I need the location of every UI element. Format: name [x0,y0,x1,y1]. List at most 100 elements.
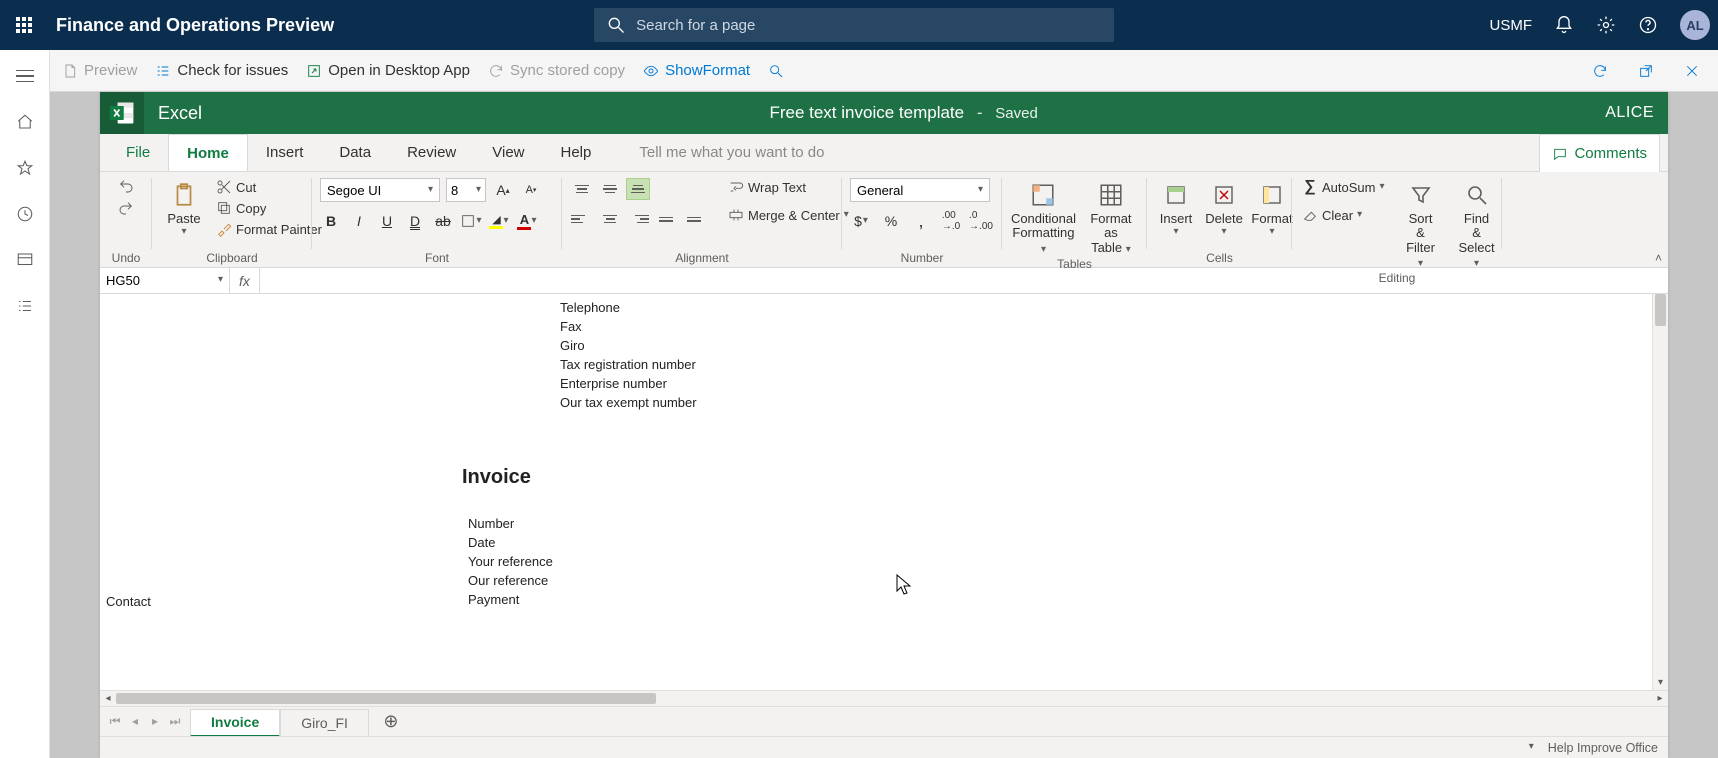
cut-button[interactable]: Cut [214,178,324,196]
collapse-ribbon-button[interactable]: ˄ [1655,251,1662,265]
tab-view[interactable]: View [474,134,542,171]
gear-icon[interactable] [1596,15,1616,35]
redo-icon[interactable] [118,200,134,216]
number-format-select[interactable]: General▾ [850,178,990,202]
clear-button[interactable]: Clear▾ [1300,206,1387,224]
increase-decimal-button[interactable]: .00→.0 [940,210,962,232]
increase-indent-button[interactable] [682,208,706,230]
tab-data[interactable]: Data [321,134,389,171]
sheet-first-button[interactable]: ⏮ [106,714,124,729]
scroll-down-button[interactable]: ▾ [1653,674,1668,690]
scroll-right-button[interactable]: ▸ [1652,691,1668,706]
preview-button[interactable]: Preview [62,62,137,79]
home-button[interactable] [13,110,37,134]
autosum-button[interactable]: ∑AutoSum▾ [1300,178,1387,196]
shrink-font-button[interactable]: A▾ [520,179,542,201]
bold-button[interactable]: B [320,210,342,232]
copy-button[interactable]: Copy [214,199,324,217]
document-name[interactable]: Free text invoice template [769,103,964,122]
fill-color-button[interactable]: ◢▾ [488,210,510,232]
horizontal-scrollbar[interactable]: ◂ ▸ [100,690,1668,706]
modules-button[interactable] [13,294,37,318]
double-underline-button[interactable]: D [404,210,426,232]
app-launcher-button[interactable] [8,9,40,41]
border-button[interactable]: ▾ [460,210,482,232]
app-top-nav: Finance and Operations Preview USMF AL [0,0,1718,50]
paste-button[interactable]: Paste ▾ [160,178,208,239]
decrease-indent-button[interactable] [654,208,678,230]
excel-user[interactable]: ALICE [1605,104,1654,122]
merge-center-button[interactable]: Merge & Center▾ [726,206,851,224]
strike-button[interactable]: ab [432,210,454,232]
workspaces-button[interactable] [13,248,37,272]
align-bottom-button[interactable] [626,178,650,200]
tab-help[interactable]: Help [543,134,610,171]
italic-button[interactable]: I [348,210,370,232]
open-desktop-button[interactable]: Open in Desktop App [306,62,470,79]
refresh-button[interactable] [1586,57,1614,85]
align-middle-button[interactable] [598,178,622,200]
sheet-next-button[interactable]: ▸ [146,714,164,729]
undo-icon[interactable] [118,178,134,194]
sheet-last-button[interactable]: ⏭ [166,714,184,729]
grow-font-button[interactable]: A▴ [492,179,514,201]
sheet-prev-button[interactable]: ◂ [126,714,144,729]
font-size-select[interactable]: 8▾ [446,178,486,202]
worksheet-grid[interactable]: Telephone Fax Giro Tax registration numb… [100,294,1652,690]
global-search-input[interactable] [636,17,1102,34]
find-select-button[interactable]: Find &Select ▾ [1455,178,1499,271]
align-left-button[interactable] [570,208,594,230]
tab-insert[interactable]: Insert [248,134,322,171]
format-as-table-button[interactable]: Formatas Table ▾ [1083,178,1139,257]
scroll-thumb[interactable] [1655,294,1666,326]
scroll-track[interactable] [116,691,1652,706]
tab-home[interactable]: Home [168,134,248,171]
format-cells-button[interactable]: Format▾ [1251,178,1293,239]
tab-review[interactable]: Review [389,134,474,171]
tell-me-search[interactable]: Tell me what you want to do [639,134,824,171]
delete-cells-button[interactable]: Delete▾ [1203,178,1245,239]
font-color-button[interactable]: A▾ [516,210,538,232]
sync-button[interactable]: Sync stored copy [488,62,625,79]
bell-icon[interactable] [1554,15,1574,35]
toolbar-search-button[interactable] [768,63,784,79]
help-improve-link[interactable]: Help Improve Office [1548,741,1658,755]
vertical-scrollbar[interactable]: ▾ [1652,294,1668,690]
waffle-icon [16,17,32,33]
comments-button[interactable]: Comments [1539,134,1660,172]
tab-file[interactable]: File [108,134,168,171]
font-name-select[interactable]: Segoe UI▾ [320,178,440,202]
scroll-thumb[interactable] [116,693,656,704]
favorites-button[interactable] [13,156,37,180]
sheet-tab-giro[interactable]: Giro_FI [280,709,369,737]
check-issues-button[interactable]: Check for issues [155,62,288,79]
status-menu-button[interactable]: ▾ [1529,741,1534,752]
comma-button[interactable]: , [910,210,932,232]
help-icon[interactable] [1638,15,1658,35]
align-center-button[interactable] [598,208,622,230]
sheet-tab-invoice[interactable]: Invoice [190,709,280,737]
add-sheet-button[interactable]: ⊕ [377,711,405,732]
underline-button[interactable]: U [376,210,398,232]
legal-entity[interactable]: USMF [1490,17,1533,34]
format-painter-button[interactable]: Format Painter [214,220,324,238]
insert-cells-button[interactable]: Insert▾ [1155,178,1197,239]
align-right-button[interactable] [626,208,650,230]
decrease-decimal-button[interactable]: .0→.00 [970,210,992,232]
percent-button[interactable]: % [880,210,902,232]
show-format-button[interactable]: ShowFormat [643,62,750,79]
user-avatar[interactable]: AL [1680,10,1710,40]
fx-button[interactable]: fx [230,268,260,293]
sort-filter-button[interactable]: Sort &Filter ▾ [1399,178,1443,271]
global-search[interactable] [594,8,1114,42]
popout-button[interactable] [1632,57,1660,85]
hamburger-button[interactable] [13,64,37,88]
conditional-formatting-button[interactable]: ConditionalFormatting ▾ [1010,178,1077,257]
recent-button[interactable] [13,202,37,226]
wrap-text-button[interactable]: Wrap Text [726,178,851,196]
close-button[interactable] [1678,57,1706,85]
align-top-button[interactable] [570,178,594,200]
scroll-left-button[interactable]: ◂ [100,691,116,706]
currency-button[interactable]: $▾ [850,210,872,232]
name-box[interactable]: HG50 ▾ [100,268,230,293]
